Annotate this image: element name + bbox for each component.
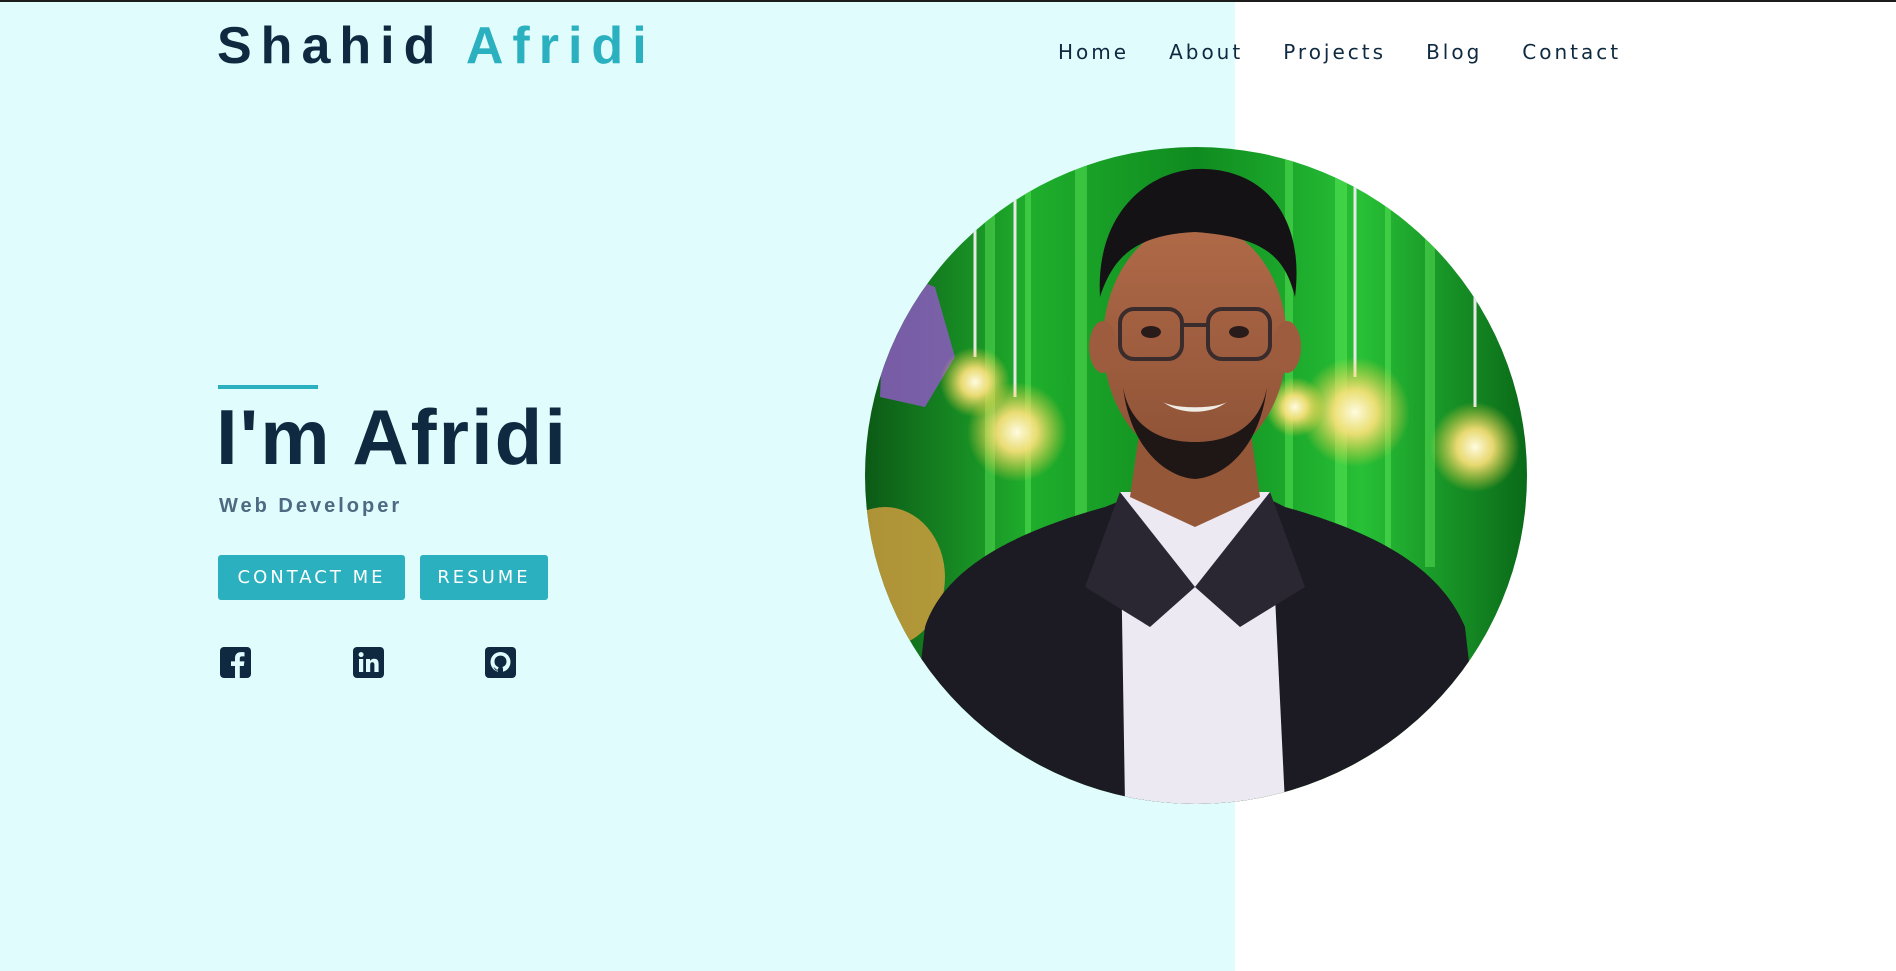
- nav-home[interactable]: Home: [1058, 42, 1129, 62]
- site-logo[interactable]: Shahid Afridi: [217, 20, 656, 72]
- resume-button[interactable]: RESUME: [420, 555, 548, 600]
- logo-first-name: Shahid: [217, 17, 445, 75]
- contact-me-button[interactable]: CONTACT ME: [218, 555, 405, 600]
- github-icon[interactable]: [485, 647, 516, 678]
- hero-subtitle: Web Developer: [219, 495, 403, 517]
- hero-accent-line: [218, 385, 318, 389]
- facebook-icon[interactable]: [220, 647, 251, 678]
- nav-about[interactable]: About: [1169, 42, 1243, 62]
- nav-projects[interactable]: Projects: [1283, 42, 1386, 62]
- nav-blog[interactable]: Blog: [1426, 42, 1482, 62]
- logo-last-name: Afridi: [465, 17, 656, 75]
- linkedin-icon[interactable]: [353, 647, 384, 678]
- hero-title: I'm Afridi: [216, 393, 568, 481]
- profile-photo: [865, 147, 1527, 804]
- main-nav: Home About Projects Blog Contact: [1058, 42, 1621, 62]
- nav-contact[interactable]: Contact: [1522, 42, 1621, 62]
- site-header: Shahid Afridi Home About Projects Blog C…: [0, 2, 1896, 92]
